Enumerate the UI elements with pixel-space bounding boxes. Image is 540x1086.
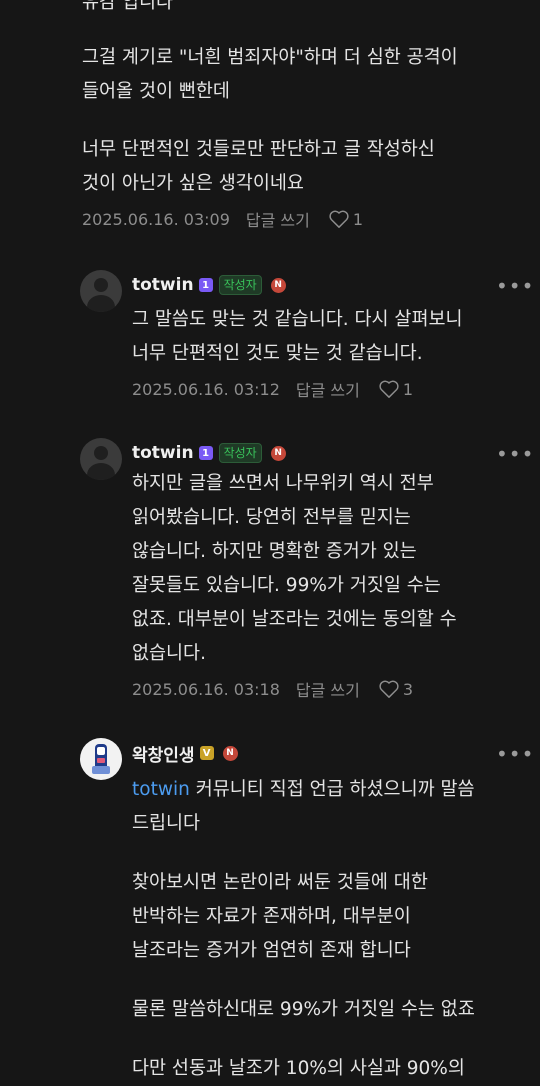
post-line: 들어올 것이 뻔한데 [82,81,230,102]
reply-button[interactable]: 답글 쓰기 [296,677,360,701]
comment-line: 그 말씀도 맞는 것 같습니다. 다시 살펴보니 [132,309,463,330]
like-button[interactable]: 1 [328,209,363,229]
avatar[interactable] [80,738,122,780]
comment-text: 물론 말씀하신대로 99%가 거짓일 수는 없죠 [132,993,475,1027]
comment-header: totwin 1 작성자 N [132,441,286,465]
nickname[interactable]: 왁창인생 [132,741,195,766]
comment-text: 하지만 글을 쓰면서 나무위키 역시 전부 읽어봤습니다. 당연히 전부를 믿지… [132,467,457,671]
comment-text: 다만 선동과 날조가 10%의 사실과 90%의 [132,1052,465,1086]
comment-line: 않습니다. 하지만 명확한 증거가 있는 [132,541,417,562]
character-avatar-icon [92,744,110,774]
more-dots-icon[interactable]: ••• [496,276,534,296]
comment-text: totwin 커뮤니티 직접 언급 하셨으니까 말씀 드립니다 [132,773,475,841]
like-button[interactable]: 3 [378,679,413,699]
post-paragraph-2: 너무 단편적인 것들로만 판단하고 글 작성하신 것이 아닌가 싶은 생각이네요 [82,133,435,201]
author-badge: 작성자 [218,443,262,463]
avatar[interactable] [80,270,122,312]
level-badge-icon: V [199,746,214,760]
post-paragraph-1: 그걸 계기로 "너흰 범죄자야"하며 더 심한 공격이 들어올 것이 뻔한데 [82,41,458,109]
reply-button[interactable]: 답글 쓰기 [296,377,360,401]
post-date: 2025.06.16. 03:09 [82,209,230,229]
new-badge-icon: N [270,445,286,461]
post-line: 너무 단편적인 것들로만 판단하고 글 작성하신 [82,139,435,160]
comment-line: 다만 선동과 날조가 10%의 사실과 90%의 [132,1058,465,1079]
comment-header: 왁창인생 V N [132,741,238,766]
like-count: 3 [402,679,414,699]
comment-meta: 2025.06.16. 03:18 답글 쓰기 3 [132,677,413,701]
avatar[interactable] [80,438,122,480]
author-badge: 작성자 [218,275,262,295]
nickname[interactable]: totwin [132,443,194,463]
post-line: 것이 아닌가 싶은 생각이네요 [82,173,304,194]
comment-date: 2025.06.16. 03:18 [132,679,280,699]
new-badge-icon: N [270,277,286,293]
more-dots-icon[interactable]: ••• [496,744,534,764]
comment-line: 하지만 글을 쓰면서 나무위키 역시 전부 [132,473,434,494]
comment-line: 반박하는 자료가 존재하며, 대부분이 [132,906,411,927]
comment-date: 2025.06.16. 03:12 [132,379,280,399]
reply-button[interactable]: 답글 쓰기 [246,207,310,231]
heart-outline-icon [379,680,399,698]
comment-text: 찾아보시면 논란이라 써둔 것들에 대한 반박하는 자료가 존재하며, 대부분이… [132,866,428,968]
more-dots-icon[interactable]: ••• [496,444,534,464]
new-badge-icon: N [222,745,238,761]
like-count: 1 [402,379,414,399]
mention-link[interactable]: totwin [132,779,190,800]
comment-line: 없습니다. [132,643,206,664]
comment-line-rest: 커뮤니티 직접 언급 하셨으니까 말씀 [189,779,475,800]
comment-line: 잘못들도 있습니다. 99%가 거짓일 수는 [132,575,441,596]
like-count: 1 [352,209,364,229]
level-badge-icon: 1 [198,446,213,460]
comment-line: 드립니다 [132,813,201,834]
comment-line: totwin 커뮤니티 직접 언급 하셨으니까 말씀 [132,773,475,807]
comment-line: 없죠. 대부분이 날조라는 것에는 동의할 수 [132,609,457,630]
comment-line: 물론 말씀하신대로 99%가 거짓일 수는 없죠 [132,999,475,1020]
comment-header: totwin 1 작성자 N [132,273,286,297]
heart-outline-icon [379,380,399,398]
heart-outline-icon [329,210,349,228]
comment-line: 읽어봤습니다. 당연히 전부를 믿지는 [132,507,411,528]
comment-line: 날조라는 증거가 엄연히 존재 합니다 [132,940,411,961]
comment-line: 너무 단편적인 것도 맞는 것 같습니다. [132,343,423,364]
like-button[interactable]: 1 [378,379,413,399]
comment-text: 그 말씀도 맞는 것 같습니다. 다시 살펴보니 너무 단편적인 것도 맞는 것… [132,303,463,371]
post-meta: 2025.06.16. 03:09 답글 쓰기 1 [82,207,363,231]
post-cut-line: 유감 입니다 [82,0,173,13]
comment-meta: 2025.06.16. 03:12 답글 쓰기 1 [132,377,413,401]
comment-line: 찾아보시면 논란이라 써둔 것들에 대한 [132,872,428,893]
post-line: 그걸 계기로 "너흰 범죄자야"하며 더 심한 공격이 [82,47,458,68]
nickname[interactable]: totwin [132,275,194,295]
level-badge-icon: 1 [198,278,213,292]
